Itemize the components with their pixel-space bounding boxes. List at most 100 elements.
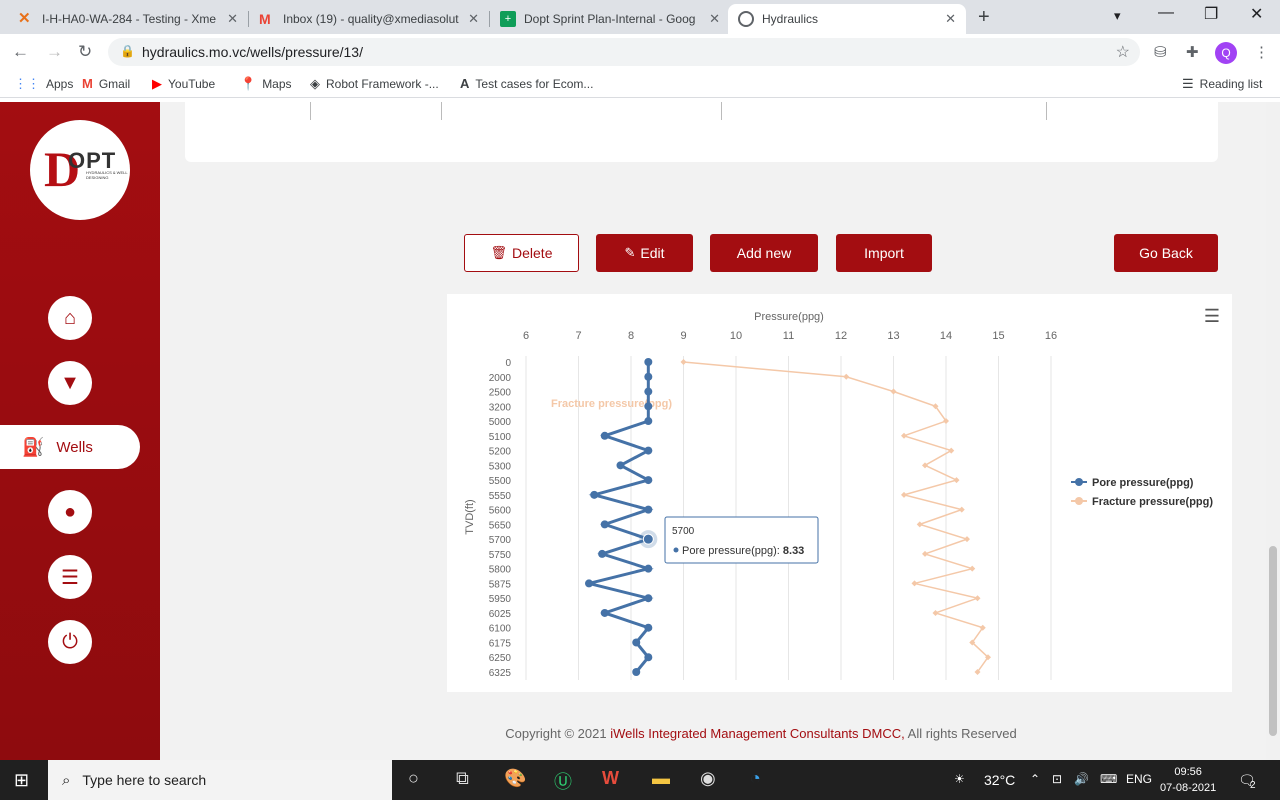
address-bar[interactable]: 🔒 hydraulics.mo.vc/wells/pressure/13/ ☆ bbox=[108, 38, 1140, 66]
wps-icon[interactable]: W bbox=[602, 768, 619, 789]
y-tick-label: 5200 bbox=[489, 447, 512, 458]
y-tick-label: 6100 bbox=[489, 624, 512, 635]
tab-testing[interactable]: ✕ I-H-HA0-WA-284 - Testing - Xme ✕ bbox=[8, 4, 248, 34]
upwork-icon[interactable]: Ⓤ bbox=[554, 768, 572, 794]
cortana-icon[interactable]: ○ bbox=[408, 768, 419, 789]
profile-avatar[interactable]: Q bbox=[1215, 42, 1237, 64]
extensions-puzzle-icon[interactable]: ✚ bbox=[1186, 43, 1199, 61]
scrollbar-thumb[interactable] bbox=[1269, 546, 1277, 736]
windows-start-icon[interactable]: ⊞ bbox=[14, 770, 29, 791]
data-point bbox=[600, 431, 609, 440]
maps-icon: 📍 bbox=[240, 76, 257, 91]
app-clock-icon[interactable]: ◔ bbox=[750, 768, 761, 789]
delete-button[interactable]: 🗑 Delete bbox=[464, 234, 579, 272]
new-tab-button[interactable]: + bbox=[978, 6, 990, 29]
tooltip-marker bbox=[673, 547, 679, 553]
x-tick-label: 12 bbox=[835, 330, 847, 342]
minimize-button[interactable]: — bbox=[1158, 4, 1174, 22]
close-tab-icon[interactable]: ✕ bbox=[709, 11, 720, 27]
user-icon[interactable]: ● bbox=[48, 490, 92, 534]
bookmark-youtube[interactable]: ▶ YouTube bbox=[152, 76, 215, 92]
import-button[interactable]: Import bbox=[836, 234, 932, 272]
close-window-button[interactable]: ✕ bbox=[1250, 4, 1263, 24]
y-tick-label: 2500 bbox=[489, 388, 512, 399]
bookmark-test-cases[interactable]: A Test cases for Ecom... bbox=[460, 76, 593, 91]
legend-marker bbox=[1075, 497, 1083, 505]
bookmark-maps[interactable]: 📍 Maps bbox=[240, 76, 292, 92]
data-point bbox=[916, 521, 923, 528]
network-icon[interactable]: ⊡ bbox=[1052, 772, 1062, 786]
data-point bbox=[964, 536, 970, 543]
chrome-icon[interactable]: ◉ bbox=[700, 768, 716, 789]
data-point bbox=[843, 373, 850, 380]
reading-list-button[interactable]: ☰ Reading list bbox=[1182, 76, 1262, 92]
data-point bbox=[632, 638, 641, 647]
data-point bbox=[632, 668, 641, 676]
data-point bbox=[644, 446, 653, 455]
file-explorer-icon[interactable]: ▬ bbox=[652, 768, 670, 789]
tooltip-category: 5700 bbox=[672, 526, 695, 537]
close-tab-icon[interactable]: ✕ bbox=[468, 11, 479, 27]
x-axis-title: Pressure(ppg) bbox=[754, 311, 824, 323]
data-point bbox=[644, 417, 653, 426]
tab-inbox[interactable]: M Inbox (19) - quality@xmediasolut ✕ bbox=[249, 4, 489, 34]
go-back-button[interactable]: Go Back bbox=[1114, 234, 1218, 272]
data-point bbox=[644, 372, 653, 381]
ime-icon[interactable]: ⌨ bbox=[1100, 772, 1117, 786]
task-view-icon[interactable]: ⧉ bbox=[456, 768, 469, 789]
y-tick-label: 0 bbox=[505, 358, 511, 369]
maximize-button[interactable]: ❐ bbox=[1204, 4, 1218, 24]
search-icon: ⌕ bbox=[62, 771, 71, 789]
tab-sprint-plan[interactable]: + Dopt Sprint Plan-Internal - Goog ✕ bbox=[490, 4, 730, 34]
data-point bbox=[585, 579, 593, 588]
browser-toolbar: ← → ↻ 🔒 hydraulics.mo.vc/wells/pressure/… bbox=[0, 34, 1280, 70]
page-scrollbar[interactable] bbox=[1266, 102, 1280, 760]
data-point bbox=[644, 505, 653, 514]
y-tick-label: 6175 bbox=[489, 638, 512, 649]
data-point bbox=[911, 580, 918, 587]
bookmark-apps[interactable]: ⋮⋮ Apps bbox=[14, 76, 73, 92]
x-tick-label: 11 bbox=[783, 330, 794, 342]
more-menu-icon[interactable]: ⋮ bbox=[1254, 43, 1269, 61]
legend-label: Fracture pressure(ppg) bbox=[1092, 496, 1213, 508]
weather-icon[interactable]: ☀ bbox=[954, 772, 965, 786]
gmail-icon: M bbox=[259, 11, 271, 27]
taskbar-search[interactable]: ⌕ Type here to search bbox=[48, 760, 392, 800]
paint-icon[interactable]: 🎨 bbox=[504, 768, 526, 789]
lock-icon: 🔒 bbox=[120, 44, 135, 58]
reload-button[interactable]: ↻ bbox=[78, 42, 92, 62]
trash-icon: 🗑 bbox=[490, 245, 508, 260]
extension-off-icon[interactable]: ⛁ bbox=[1154, 43, 1167, 61]
edit-button[interactable]: ✎ Edit bbox=[596, 234, 693, 272]
tab-hydraulics[interactable]: Hydraulics ✕ bbox=[728, 4, 966, 34]
home-icon[interactable]: ⌂ bbox=[48, 296, 92, 340]
bookmark-star-icon[interactable]: ☆ bbox=[1116, 42, 1130, 62]
x-tick-label: 10 bbox=[730, 330, 742, 342]
data-point bbox=[644, 476, 653, 485]
power-icon[interactable]: ⏻ bbox=[48, 620, 92, 664]
bookmark-gmail[interactable]: M Gmail bbox=[82, 76, 130, 91]
forward-button[interactable]: → bbox=[46, 42, 63, 62]
chart-menu-icon[interactable]: ☰ bbox=[1204, 306, 1220, 327]
y-tick-label: 5700 bbox=[489, 535, 512, 546]
hover-point bbox=[642, 533, 654, 545]
data-point bbox=[644, 623, 653, 632]
drill-bit-icon[interactable]: ▼ bbox=[48, 361, 92, 405]
bookmark-robot-framework[interactable]: ◈ Robot Framework -... bbox=[310, 76, 439, 92]
y-tick-label: 5500 bbox=[489, 476, 512, 487]
sidebar-item-wells[interactable]: ⛽ Wells bbox=[0, 425, 140, 469]
browser-tabstrip: ✕ I-H-HA0-WA-284 - Testing - Xme ✕ M Inb… bbox=[0, 0, 1280, 34]
y-tick-label: 5950 bbox=[489, 594, 512, 605]
tray-chevron-icon[interactable]: ⌃ bbox=[1030, 772, 1040, 786]
tab-search-icon[interactable]: ▾ bbox=[1114, 8, 1121, 24]
x-tick-label: 16 bbox=[1045, 330, 1057, 342]
data-point bbox=[600, 608, 609, 617]
taskbar-clock[interactable]: 09:56 07-08-2021 bbox=[1160, 764, 1216, 796]
data-point bbox=[590, 490, 599, 499]
list-icon[interactable]: ☰ bbox=[48, 555, 92, 599]
add-new-button[interactable]: Add new bbox=[710, 234, 818, 272]
close-tab-icon[interactable]: ✕ bbox=[945, 11, 956, 27]
volume-icon[interactable]: 🔊 bbox=[1074, 772, 1089, 786]
back-button[interactable]: ← bbox=[12, 42, 29, 62]
close-tab-icon[interactable]: ✕ bbox=[227, 11, 238, 27]
